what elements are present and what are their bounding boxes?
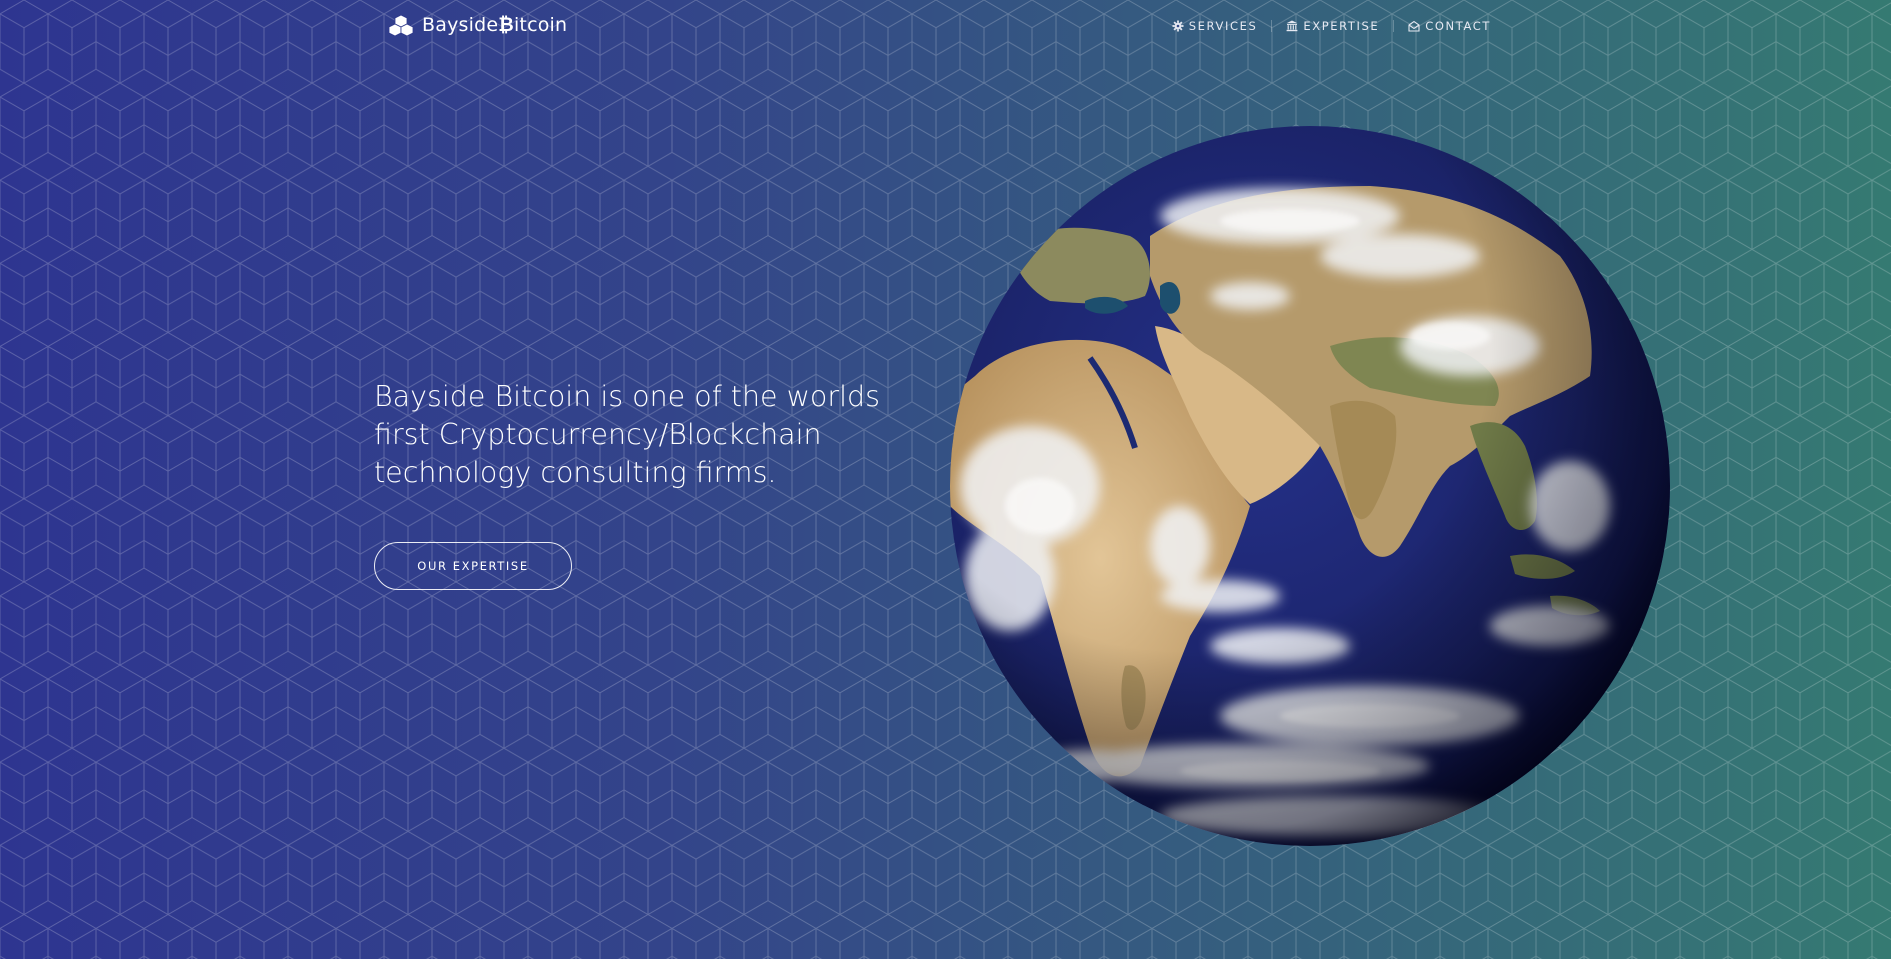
bank-icon: [1286, 20, 1298, 32]
brand-name: Bayside₿itcoin: [422, 13, 568, 36]
nav-expertise-link[interactable]: EXPERTISE: [1286, 19, 1379, 33]
hero-headline: Bayside Bitcoin is one of the worlds fir…: [374, 380, 880, 489]
nav-divider: [1393, 20, 1395, 32]
gear-icon: [1172, 20, 1184, 32]
our-expertise-button-label: OUR EXPERTISE: [417, 559, 529, 573]
earth-globe-image: [950, 126, 1670, 846]
nav-services-link[interactable]: SERVICES: [1172, 19, 1258, 33]
nav-services-label: SERVICES: [1188, 19, 1258, 33]
our-expertise-button[interactable]: OUR EXPERTISE: [374, 542, 572, 590]
nav-expertise-label: EXPERTISE: [1303, 19, 1380, 33]
envelope-open-icon: [1408, 20, 1420, 32]
main-nav: SERVICES EXPERTISE CONTACT: [1172, 19, 1491, 33]
nav-divider: [1271, 20, 1273, 32]
brand-logo-link[interactable]: Bayside₿itcoin: [388, 12, 567, 38]
cubes-icon: [388, 14, 414, 36]
nav-contact-link[interactable]: CONTACT: [1408, 19, 1491, 33]
nav-contact-label: CONTACT: [1425, 19, 1491, 33]
